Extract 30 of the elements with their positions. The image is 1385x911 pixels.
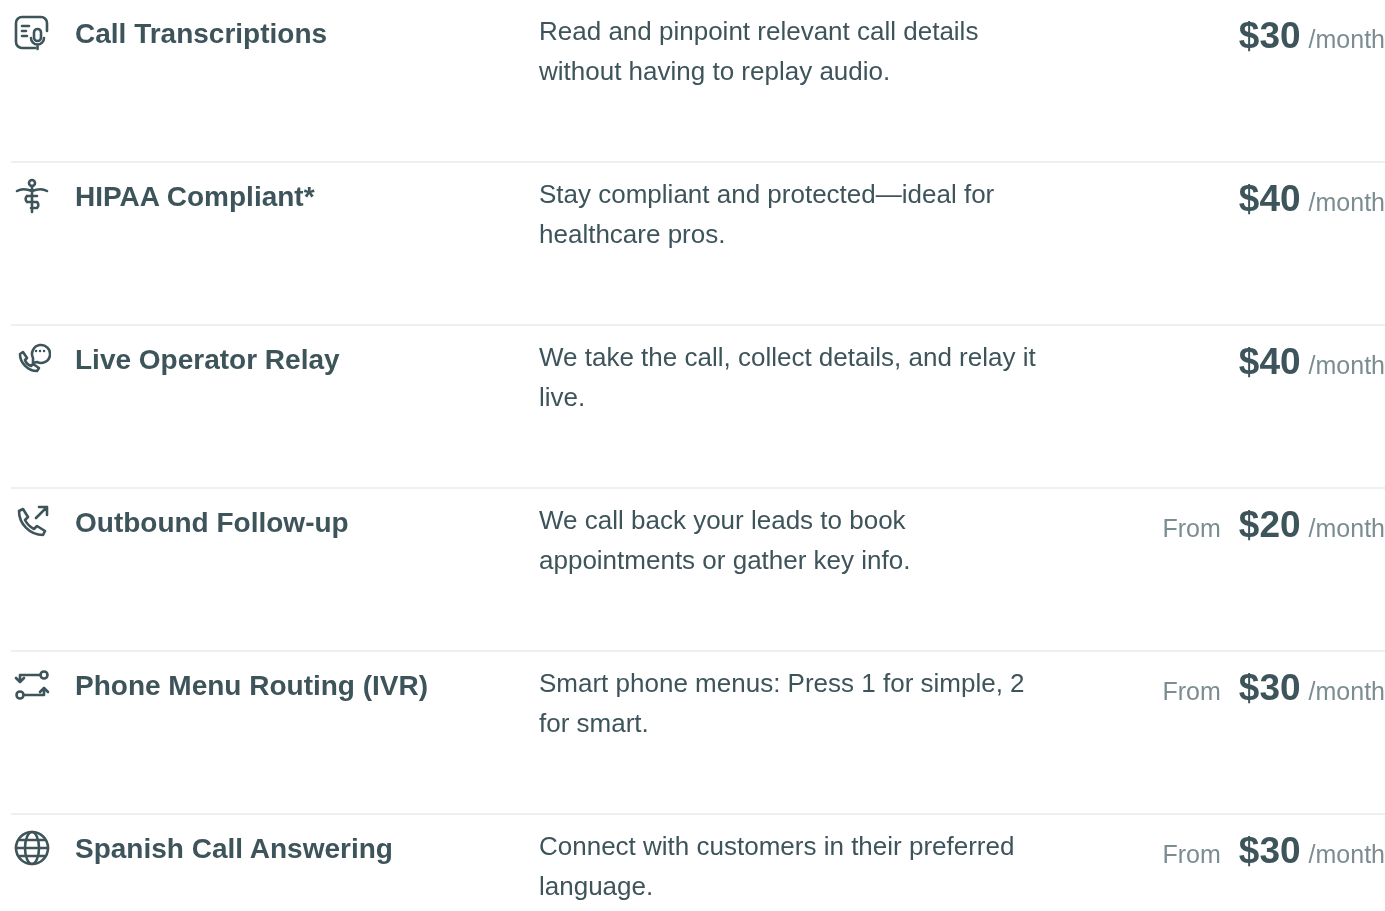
service-description: Read and pinpoint relevant call details without having to replay audio. <box>539 15 980 88</box>
chat-microphone-icon <box>13 14 51 52</box>
service-description: Stay compliant and protected—ideal for healthcare pros. <box>539 178 996 251</box>
service-description: Connect with customers in their preferred language. <box>539 830 1016 903</box>
service-description: We take the call, collect details, and relay it live. <box>539 341 1037 414</box>
service-description: Smart phone menus: Press 1 for simple, 2 for smart. <box>539 667 1026 740</box>
service-description: We call back your leads to book appointments or gather key info. <box>539 504 912 577</box>
caduceus-icon <box>13 177 51 215</box>
price-prefix: From <box>1162 513 1221 544</box>
price-prefix: From <box>1162 676 1221 707</box>
service-title: HIPAA Compliant* <box>75 180 316 214</box>
service-title: Call Transcriptions <box>75 17 329 51</box>
price-amount: $30 <box>1238 666 1301 710</box>
price-amount: $40 <box>1238 177 1301 221</box>
price-amount: $30 <box>1238 14 1301 58</box>
service-title: Phone Menu Routing (IVR) <box>75 669 430 703</box>
service-title: Spanish Call Answering <box>75 832 394 866</box>
price-prefix: From <box>1162 839 1221 870</box>
price-period: /month <box>1308 513 1385 544</box>
price-period: /month <box>1308 350 1385 381</box>
service-title: Live Operator Relay <box>75 343 341 377</box>
price-amount: $30 <box>1238 829 1301 873</box>
service-title: Outbound Follow-up <box>75 506 350 540</box>
price-amount: $20 <box>1238 503 1301 547</box>
price-period: /month <box>1308 187 1385 218</box>
price-period: /month <box>1308 839 1385 870</box>
price-amount: $40 <box>1238 340 1301 384</box>
globe-icon <box>13 829 51 867</box>
price-period: /month <box>1308 676 1385 707</box>
price-period: /month <box>1308 24 1385 55</box>
